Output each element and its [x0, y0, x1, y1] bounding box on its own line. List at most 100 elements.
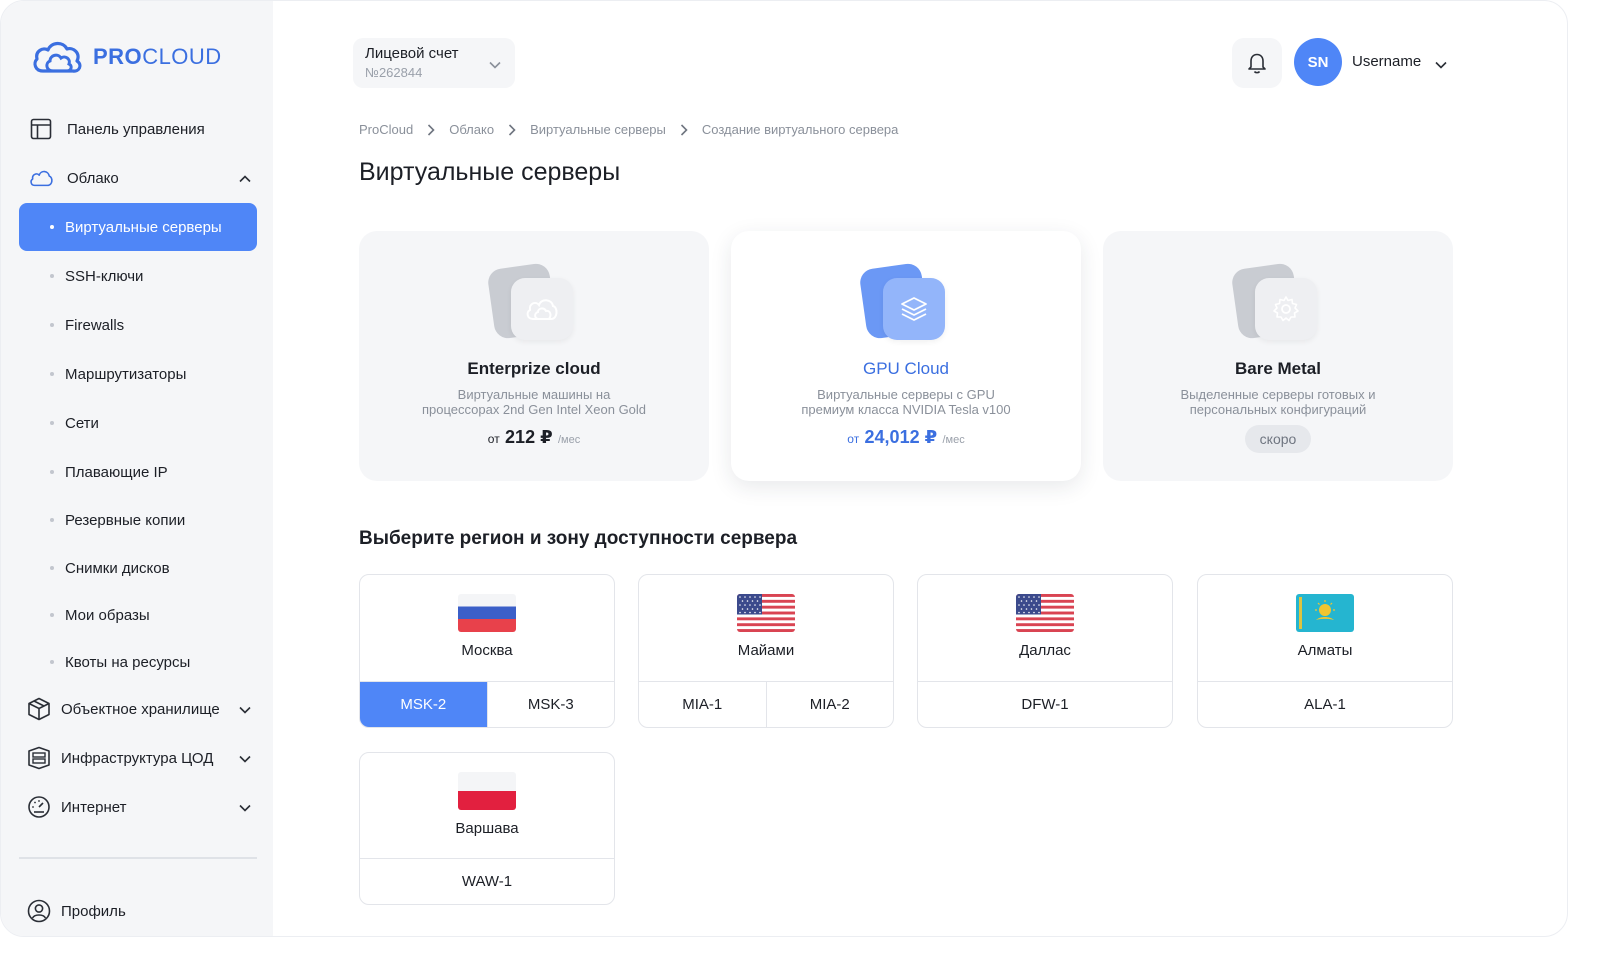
zone-selector: WAW-1: [360, 859, 614, 904]
region-city: Даллас: [1019, 642, 1071, 659]
usa-flag-icon: [1016, 594, 1074, 632]
breadcrumb: ProCloud Облако Виртуальные серверы Созд…: [359, 122, 898, 137]
product-name: Enterprize cloud: [467, 359, 601, 378]
russia-flag-icon: [458, 594, 516, 632]
product-description: Виртуальные машины на процессорах 2nd Gen…: [421, 387, 647, 417]
region-city: Варшава: [455, 820, 519, 837]
coming-soon-badge: скоро: [1245, 425, 1311, 453]
breadcrumb-link-procloud[interactable]: ProCloud: [359, 122, 413, 137]
sidebar-item-networks[interactable]: Сети: [19, 403, 257, 443]
product-description: Виртуальные серверы с GPU премиум класса …: [801, 387, 1011, 417]
product-art: [486, 262, 579, 344]
region-header[interactable]: Варшава: [360, 753, 614, 859]
chevron-down-icon: [489, 56, 501, 74]
sidebar-item-label: Резервные копии: [65, 511, 186, 529]
sidebar-item-label: Облако: [67, 169, 119, 187]
sidebar-item-profile[interactable]: Профиль: [19, 891, 257, 931]
speedometer-icon: [27, 795, 51, 819]
user-circle-icon: [27, 899, 51, 923]
sidebar-item-snapshots[interactable]: Снимки дисков: [19, 548, 257, 588]
sidebar-item-label: Профиль: [61, 902, 126, 920]
cloud-icon: [526, 299, 558, 320]
product-card-bare-metal[interactable]: Bare Metal Выделенные серверы готовых ип…: [1103, 231, 1453, 481]
product-price: от 24,012 ₽ /мес: [847, 427, 965, 447]
bullet-icon: [50, 470, 54, 474]
zone-selector: MIA-1 MIA-2: [639, 682, 893, 727]
region-city: Алматы: [1297, 642, 1353, 659]
product-card-gpu-cloud[interactable]: GPU Cloud Виртуальные серверы с GPU преми…: [731, 231, 1081, 481]
sidebar-item-label: Виртуальные серверы: [65, 218, 222, 236]
sidebar-item-ssh-keys[interactable]: SSH-ключи: [19, 256, 257, 296]
bullet-icon: [50, 274, 54, 278]
bullet-icon: [50, 613, 54, 617]
notifications-button[interactable]: [1232, 38, 1282, 88]
breadcrumb-link-virtual-servers[interactable]: Виртуальные серверы: [530, 122, 666, 137]
cloud-logo-icon: [33, 41, 82, 73]
chevron-down-icon: [239, 701, 251, 718]
sidebar-item-my-images[interactable]: Мои образы: [19, 595, 257, 635]
zone-option-waw-1[interactable]: WAW-1: [360, 859, 614, 904]
region-city: Майами: [737, 642, 795, 659]
sidebar-item-datacenter[interactable]: Инфраструктура ЦОД: [19, 738, 257, 778]
account-selector[interactable]: Лицевой счет №262844: [353, 38, 515, 88]
region-header[interactable]: Даллас: [918, 575, 1172, 682]
sidebar-item-firewalls[interactable]: Firewalls: [19, 305, 257, 345]
brand-name: PROCLOUD: [93, 44, 222, 69]
zone-option-ala-1[interactable]: ALA-1: [1198, 682, 1452, 727]
dashboard-icon: [29, 117, 53, 141]
region-section-title: Выберите регион и зону доступности серве…: [359, 528, 798, 549]
username[interactable]: Username: [1352, 53, 1421, 70]
page-title: Виртуальные серверы: [359, 158, 621, 186]
sidebar-item-quotas[interactable]: Квоты на ресурсы: [19, 642, 257, 682]
region-header[interactable]: Москва: [360, 575, 614, 682]
sidebar-item-label: Маршрутизаторы: [65, 365, 187, 383]
layers-icon: [901, 297, 927, 321]
sidebar-item-routers[interactable]: Маршрутизаторы: [19, 354, 257, 394]
region-city: Москва: [461, 642, 513, 659]
logo[interactable]: PROCLOUD: [31, 39, 222, 75]
sidebar-item-floating-ip[interactable]: Плавающие IP: [19, 452, 257, 492]
product-name: Bare Metal: [1235, 359, 1321, 378]
region-header[interactable]: Майами: [639, 575, 893, 682]
sidebar-divider: [19, 857, 257, 859]
region-card-warsaw: Варшава WAW-1: [359, 752, 615, 905]
zone-option-mia-2[interactable]: MIA-2: [767, 682, 894, 727]
product-description: Выделенные серверы готовых и персональных…: [1180, 387, 1376, 417]
sidebar-item-object-storage[interactable]: Объектное хранилище: [19, 689, 257, 729]
bullet-icon: [50, 323, 54, 327]
avatar[interactable]: SN: [1294, 38, 1342, 86]
sidebar-item-label: Панель управления: [67, 120, 205, 138]
sidebar-item-virtual-servers[interactable]: Виртуальные серверы: [19, 203, 257, 251]
chevron-down-icon: [239, 750, 251, 767]
account-number: №262844: [365, 65, 423, 80]
server-rack-icon: [27, 746, 51, 770]
sidebar-item-internet[interactable]: Интернет: [19, 787, 257, 827]
product-card-enterprise-cloud[interactable]: Enterprize cloud Виртуальные машины на пр…: [359, 231, 709, 481]
sidebar-item-backups[interactable]: Резервные копии: [19, 500, 257, 540]
sidebar-item-cloud[interactable]: Облако: [19, 158, 257, 198]
sidebar-item-label: Инфраструктура ЦОД: [61, 749, 214, 767]
kazakhstan-flag-icon: [1296, 594, 1354, 632]
breadcrumb-link-cloud[interactable]: Облако: [449, 122, 494, 137]
region-header[interactable]: Алматы: [1198, 575, 1452, 682]
product-art: [1230, 262, 1323, 344]
chevron-down-icon[interactable]: [1435, 56, 1447, 74]
sidebar-item-dashboard[interactable]: Панель управления: [19, 109, 257, 149]
bullet-icon: [50, 660, 54, 664]
zone-option-msk-3[interactable]: MSK-3: [488, 682, 615, 727]
sidebar-item-label: Сети: [65, 414, 99, 432]
bullet-icon: [50, 518, 54, 522]
app-window: PROCLOUD Панель управления Облако Виртуа…: [0, 0, 1568, 937]
region-card-miami: Майами MIA-1 MIA-2: [638, 574, 894, 728]
sidebar-item-label: Firewalls: [65, 316, 125, 334]
breadcrumb-current: Создание виртуального сервера: [701, 122, 899, 137]
zone-option-mia-1[interactable]: MIA-1: [639, 682, 767, 727]
bullet-icon: [50, 225, 54, 229]
sidebar-item-label: Мои образы: [65, 606, 150, 624]
zone-option-dfw-1[interactable]: DFW-1: [918, 682, 1172, 727]
chevron-right-icon: [680, 123, 688, 136]
bullet-icon: [50, 421, 54, 425]
zone-option-msk-2[interactable]: MSK-2: [360, 682, 488, 727]
chevron-right-icon: [508, 123, 516, 136]
chevron-down-icon: [239, 799, 251, 816]
